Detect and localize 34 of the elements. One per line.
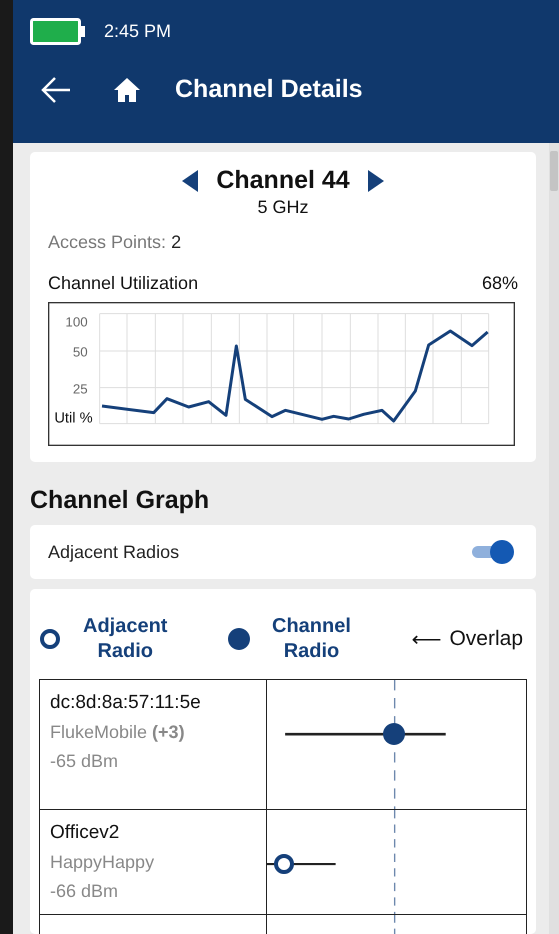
axis-label: 50 xyxy=(72,344,88,360)
screen-title: Channel Details xyxy=(175,75,363,104)
filled-circle-icon xyxy=(382,723,405,746)
network-name: HappyHappy xyxy=(50,852,156,873)
band-label: 5 GHz xyxy=(256,197,310,218)
filled-circle-icon xyxy=(228,628,250,650)
battery-icon xyxy=(30,18,86,45)
axis-label: 25 xyxy=(72,381,88,396)
utilization-label: Channel Utilization xyxy=(48,273,198,294)
access-points-value: 2 xyxy=(171,232,182,252)
access-points-label: Access Points: xyxy=(48,232,166,252)
legend-label: Adjacent Radio xyxy=(83,614,168,664)
legend-label: Overlap xyxy=(449,627,523,651)
channel-name: Channel 44 xyxy=(216,166,350,195)
axis-label: 100 xyxy=(65,314,88,330)
signal-strength: -66 dBm xyxy=(50,881,120,902)
signal-strength: -65 dBm xyxy=(50,751,120,772)
clock-time: 2:45 PM xyxy=(104,21,172,42)
toggle-switch[interactable] xyxy=(470,540,514,564)
utilization-value: 68% xyxy=(482,273,518,294)
axis-unit: Util % xyxy=(54,410,93,427)
toggle-label: Adjacent Radios xyxy=(48,542,180,562)
section-title: Channel Graph xyxy=(30,486,210,515)
hollow-circle-icon xyxy=(274,854,294,874)
radio-name: dc:8d:8a:57:11:5e xyxy=(50,692,202,714)
network-name: FlukeMobile (+3) xyxy=(50,722,186,743)
radio-name: Officev2 xyxy=(50,822,120,844)
next-channel-icon[interactable] xyxy=(368,170,384,192)
home-icon[interactable] xyxy=(113,76,141,102)
back-arrow-icon[interactable] xyxy=(41,76,71,102)
previous-channel-icon[interactable] xyxy=(182,170,198,192)
arrow-symbol: ⟵ xyxy=(411,626,442,652)
legend-label: Channel Radio xyxy=(272,614,351,664)
hollow-circle-icon xyxy=(40,629,60,649)
